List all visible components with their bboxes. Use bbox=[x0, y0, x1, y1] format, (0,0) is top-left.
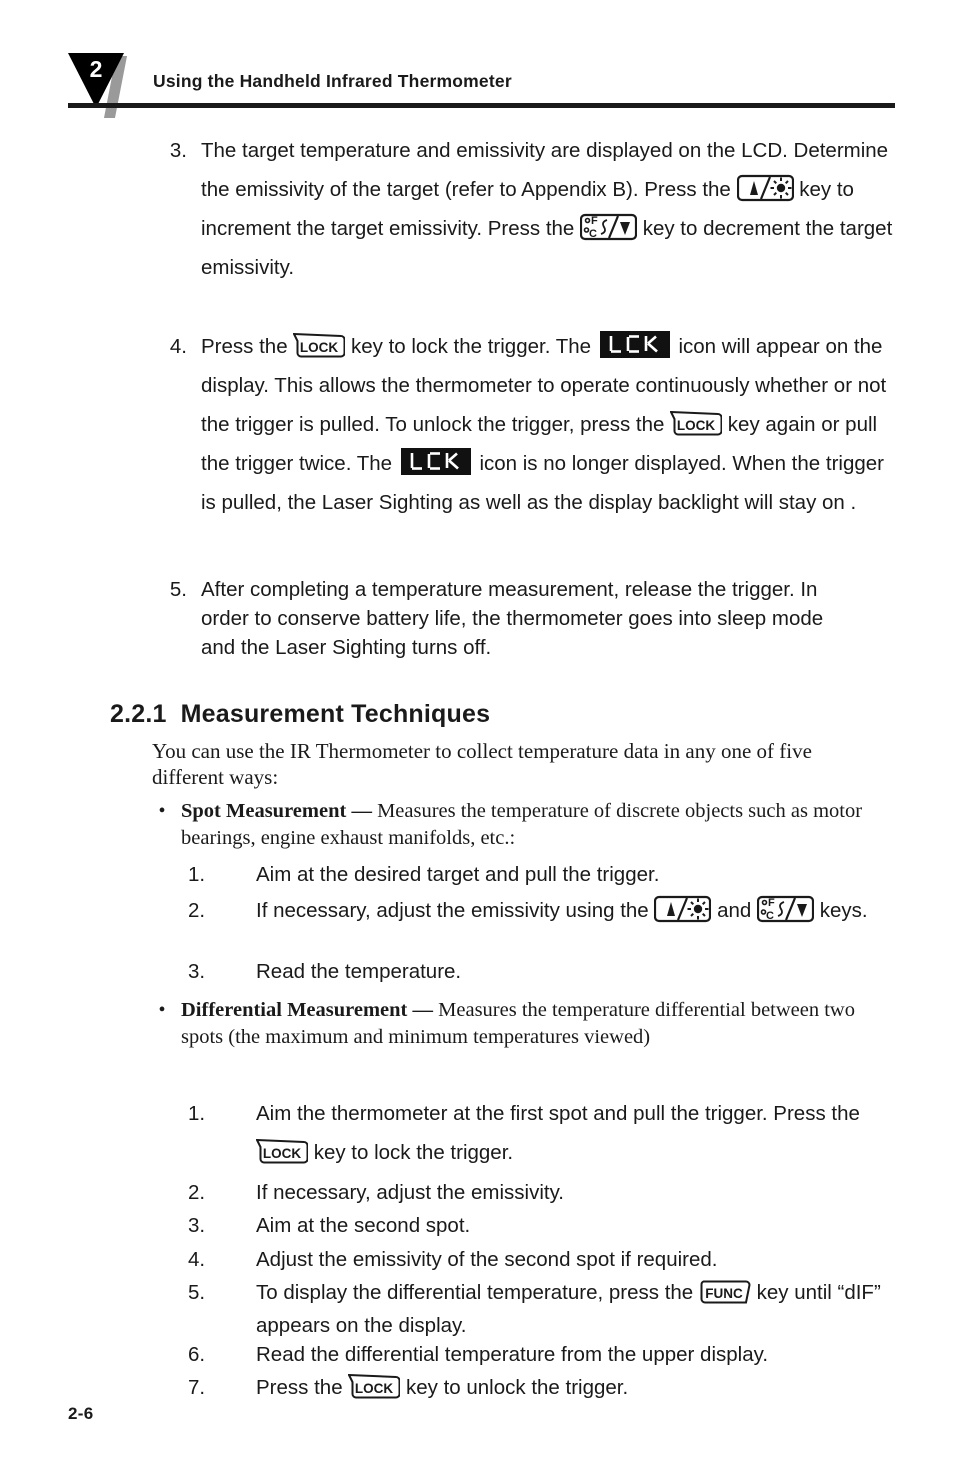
differential-step-2: 2. If necessary, adjust the emissivity. bbox=[188, 1176, 888, 1209]
differential-step-4-text: Adjust the emissivity of the second spot… bbox=[256, 1248, 718, 1271]
step-5-number: 5. bbox=[169, 578, 187, 601]
spot-step-1: 1. Aim at the desired target and pull th… bbox=[188, 858, 888, 891]
spot-step-2-text-b: and bbox=[711, 899, 758, 922]
differential-step-3-text: Aim at the second spot. bbox=[256, 1214, 471, 1237]
step-4-text-b: key to lock the trigger. The bbox=[345, 335, 597, 358]
bullet-spot-body: Spot Measurement — Measures the temperat… bbox=[181, 798, 888, 852]
spot-step-2-body: If necessary, adjust the emissivity usin… bbox=[256, 894, 888, 927]
differential-step-3: 3. Aim at the second spot. bbox=[188, 1209, 888, 1242]
svg-text:FUNC: FUNC bbox=[705, 1286, 743, 1301]
differential-step-1-number: 1. bbox=[188, 1102, 206, 1125]
spot-step-3-text: Read the temperature. bbox=[256, 960, 462, 983]
differential-step-7-body: Press the LOCK key to unlock the trigger… bbox=[256, 1371, 888, 1404]
page-number: 2-6 bbox=[68, 1404, 94, 1423]
bullet-differential-term: Differential Measurement bbox=[181, 999, 408, 1021]
differential-step-7-number: 7. bbox=[188, 1376, 206, 1399]
svg-text:LOCK: LOCK bbox=[677, 418, 715, 433]
differential-step-5-text-a: To display the differential temperature,… bbox=[256, 1281, 699, 1304]
differential-step-1-text-a: Aim the thermometer at the first spot an… bbox=[256, 1102, 860, 1125]
bullet-spot-dash: — bbox=[346, 800, 378, 822]
up-arrow-sun-key-icon[interactable] bbox=[736, 173, 794, 203]
lck-lcd-icon bbox=[400, 448, 471, 475]
step-3-number: 3. bbox=[169, 139, 187, 162]
func-key-icon[interactable]: FUNC bbox=[699, 1279, 751, 1305]
svg-text:C: C bbox=[766, 910, 774, 922]
differential-step-6-text: Read the differential temperature from t… bbox=[256, 1343, 769, 1366]
differential-step-6-number: 6. bbox=[188, 1343, 206, 1366]
svg-text:LOCK: LOCK bbox=[300, 340, 338, 355]
differential-step-4: 4. Adjust the emissivity of the second s… bbox=[188, 1243, 888, 1276]
step-4-body: Press the LOCK key to lock the trigger. … bbox=[201, 327, 898, 522]
bullet-differential-dash: — bbox=[407, 999, 439, 1021]
step-4-text-a: Press the bbox=[201, 335, 294, 358]
differential-step-5-body: To display the differential temperature,… bbox=[256, 1276, 888, 1342]
spot-step-1-number: 1. bbox=[188, 863, 206, 886]
svg-text:F: F bbox=[768, 897, 775, 909]
bullet-spot-term: Spot Measurement bbox=[181, 800, 347, 822]
header-title: Using the Handheld Infrared Thermometer bbox=[153, 71, 512, 91]
differential-step-2-text: If necessary, adjust the emissivity. bbox=[256, 1181, 564, 1204]
spot-step-1-text: Aim at the desired target and pull the t… bbox=[256, 863, 660, 886]
lock-key-icon[interactable]: LOCK bbox=[670, 411, 723, 437]
lock-key-icon[interactable]: LOCK bbox=[348, 1374, 401, 1400]
celsius-fahrenheit-down-key-icon[interactable]: FC bbox=[580, 212, 638, 242]
bullet-marker: • bbox=[158, 800, 166, 822]
celsius-fahrenheit-down-key-icon[interactable]: FC bbox=[757, 894, 815, 924]
differential-step-5: 5. To display the differential temperatu… bbox=[188, 1276, 888, 1342]
spot-step-3: 3. Read the temperature. bbox=[188, 955, 888, 988]
differential-step-1: 1. Aim the thermometer at the first spot… bbox=[188, 1094, 888, 1172]
step-3-body: The target temperature and emissivity ar… bbox=[201, 131, 898, 287]
step-4-number: 4. bbox=[169, 335, 187, 358]
running-header: 2 Using the Handheld Infrared Thermomete… bbox=[0, 0, 954, 120]
svg-text:C: C bbox=[589, 228, 597, 240]
differential-step-6: 6. Read the differential temperature fro… bbox=[188, 1338, 888, 1371]
differential-step-2-number: 2. bbox=[188, 1181, 206, 1204]
differential-step-4-number: 4. bbox=[188, 1248, 206, 1271]
differential-step-1-body: Aim the thermometer at the first spot an… bbox=[256, 1094, 888, 1172]
section-title: Measurement Techniques bbox=[180, 700, 491, 728]
step-4: 4. Press the LOCK key to lock the trigge… bbox=[153, 327, 898, 522]
svg-text:F: F bbox=[591, 215, 598, 227]
differential-step-5-number: 5. bbox=[188, 1281, 206, 1304]
up-arrow-sun-key-icon[interactable] bbox=[654, 894, 712, 924]
lck-lcd-icon bbox=[599, 331, 670, 358]
bullet-spot-measurement: • Spot Measurement — Measures the temper… bbox=[153, 798, 888, 852]
section-intro-paragraph: You can use the IR Thermometer to collec… bbox=[152, 739, 812, 789]
spot-step-3-number: 3. bbox=[188, 960, 206, 983]
bullet-marker: • bbox=[158, 999, 166, 1021]
manual-page: 2 Using the Handheld Infrared Thermomete… bbox=[0, 0, 954, 1475]
step-3: 3. The target temperature and emissivity… bbox=[153, 131, 898, 287]
spot-step-2-number: 2. bbox=[188, 899, 206, 922]
section-heading: 2.2.1 Measurement Techniques bbox=[110, 700, 490, 729]
svg-text:LOCK: LOCK bbox=[263, 1146, 301, 1161]
lock-key-icon[interactable]: LOCK bbox=[293, 333, 346, 359]
differential-step-7: 7. Press the LOCK key to unlock the trig… bbox=[188, 1371, 888, 1404]
bullet-differential-body: Differential Measurement — Measures the … bbox=[181, 997, 893, 1051]
differential-step-1-text-b: key to lock the trigger. bbox=[308, 1141, 514, 1164]
spot-step-2-text-a: If necessary, adjust the emissivity usin… bbox=[256, 899, 655, 922]
differential-step-7-text-a: Press the bbox=[256, 1376, 349, 1399]
differential-step-3-number: 3. bbox=[188, 1214, 206, 1237]
chapter-number: 2 bbox=[89, 56, 103, 82]
lock-key-icon[interactable]: LOCK bbox=[256, 1139, 308, 1165]
spot-step-2-text-c: keys. bbox=[814, 899, 868, 922]
section-number: 2.2.1 bbox=[110, 700, 167, 728]
svg-text:LOCK: LOCK bbox=[355, 1381, 393, 1396]
spot-step-2: 2. If necessary, adjust the emissivity u… bbox=[188, 894, 888, 927]
bullet-differential-measurement: • Differential Measurement — Measures th… bbox=[153, 997, 893, 1051]
header-rule bbox=[68, 103, 895, 108]
step-5: 5. After completing a temperature measur… bbox=[153, 575, 853, 662]
differential-step-7-text-b: key to unlock the trigger. bbox=[400, 1376, 629, 1399]
step-5-body: After completing a temperature measureme… bbox=[201, 578, 824, 659]
